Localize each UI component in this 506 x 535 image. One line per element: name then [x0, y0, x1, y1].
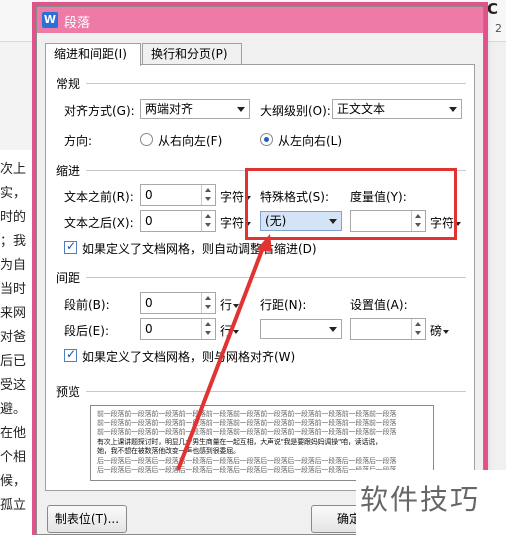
space-before-unit[interactable]: 行 — [220, 296, 240, 313]
spin-up-icon[interactable] — [205, 296, 211, 300]
spin-down-icon[interactable] — [415, 331, 421, 335]
chevron-down-icon — [329, 327, 337, 332]
auto-right-indent-label[interactable]: 如果定义了文档网格，则自动调整右缩进(D) — [82, 240, 317, 257]
document-right-margin — [484, 42, 506, 535]
tab-stops-button[interactable]: 制表位(T)... — [47, 505, 127, 533]
document-text-line: 后已 — [0, 354, 27, 369]
alignment-label: 对齐方式(G): — [64, 104, 135, 118]
space-after-value: 0 — [145, 322, 153, 336]
space-after-label: 段后(E): — [64, 324, 109, 338]
setting-value-unit[interactable]: 磅 — [430, 322, 450, 339]
preview-divider — [86, 391, 466, 392]
auto-right-indent-checkbox[interactable] — [64, 239, 77, 254]
space-before-spinner[interactable]: 0 — [140, 292, 216, 314]
indent-after-value: 0 — [145, 214, 153, 228]
document-text-line: 来网 — [0, 306, 27, 321]
space-after-unit[interactable]: 行 — [220, 322, 240, 339]
spin-up-icon[interactable] — [205, 322, 211, 326]
indent-spacing-panel: 常规 对齐方式(G): 两端对齐 大纲级别(O): 正文文本 方向: 从右向左(… — [45, 64, 475, 491]
document-text-line: 对爸 — [0, 330, 27, 345]
spinner-buttons[interactable] — [201, 185, 215, 205]
space-before-value: 0 — [145, 296, 153, 310]
unit-dropdown-icon — [233, 329, 240, 334]
spinner-buttons[interactable] — [411, 319, 425, 339]
rtl-radio[interactable] — [140, 133, 153, 146]
rtl-label[interactable]: 从右向左(F) — [158, 132, 222, 149]
spin-down-icon[interactable] — [205, 197, 211, 201]
outline-level-label: 大纲级别(O): — [260, 104, 331, 118]
spin-down-icon[interactable] — [205, 331, 211, 335]
document-text-line: ；我 — [0, 234, 27, 249]
tab-indent-spacing[interactable]: 缩进和间距(I) — [45, 43, 141, 66]
spin-up-icon[interactable] — [205, 214, 211, 218]
spacing-divider — [86, 277, 466, 278]
document-text-line: 为自 — [0, 258, 27, 273]
general-divider — [86, 83, 466, 84]
spinner-buttons[interactable] — [201, 211, 215, 231]
unit-dropdown-icon — [233, 303, 240, 308]
ltr-label[interactable]: 从左向右(L) — [278, 132, 342, 149]
highlight-box — [245, 168, 457, 240]
spinner-buttons[interactable] — [201, 319, 215, 339]
spacing-heading: 间距 — [56, 271, 81, 285]
paragraph-dialog: W 段落 缩进和间距(I) 换行和分页(P) 常规 对齐方式(G): 两端对齐 … — [36, 6, 484, 535]
watermark-text: 软件技巧 — [360, 483, 481, 516]
document-text-line: 在他 — [0, 426, 27, 441]
document-text-line: 孤立 — [0, 498, 27, 513]
snap-to-grid-label[interactable]: 如果定义了文档网格，则与网格对齐(W) — [82, 348, 295, 365]
indent-after-spinner[interactable]: 0 — [140, 210, 216, 232]
ribbon-number: 2 — [495, 22, 502, 35]
document-text-line: 实， — [0, 186, 27, 201]
indent-after-label: 文本之后(X): — [64, 216, 134, 230]
document-text-line: 避。 — [0, 402, 27, 417]
snap-to-grid-checkbox[interactable] — [64, 347, 77, 362]
chevron-down-icon — [237, 107, 245, 112]
document-text-line: 受这 — [0, 378, 27, 393]
indent-before-value: 0 — [145, 188, 153, 202]
indent-before-label: 文本之前(R): — [64, 190, 134, 204]
outline-level-value: 正文文本 — [337, 102, 386, 116]
spinner-buttons[interactable] — [201, 293, 215, 313]
line-spacing-label: 行距(N): — [260, 298, 307, 312]
preview-sample-line: 她，我不想在被数落他改变一声也感到很委屈。 — [97, 447, 240, 455]
ltr-radio[interactable] — [260, 133, 273, 146]
general-heading: 常规 — [56, 77, 81, 91]
dialog-titlebar[interactable]: W 段落 — [37, 7, 483, 33]
alignment-value: 两端对齐 — [145, 102, 194, 116]
document-text-line: 当时 — [0, 282, 27, 297]
space-after-spinner[interactable]: 0 — [140, 318, 216, 340]
spin-up-icon[interactable] — [205, 188, 211, 192]
alignment-select[interactable]: 两端对齐 — [140, 99, 250, 119]
line-spacing-select[interactable] — [260, 319, 342, 339]
document-text-line: 时的 — [0, 210, 27, 225]
setting-value-spinner[interactable] — [350, 318, 426, 340]
spin-down-icon[interactable] — [205, 305, 211, 309]
direction-label: 方向: — [64, 134, 93, 148]
wps-writer-icon: W — [42, 12, 58, 28]
preview-heading: 预览 — [56, 385, 81, 399]
unit-dropdown-icon — [443, 329, 450, 334]
spin-up-icon[interactable] — [415, 322, 421, 326]
setting-value-label: 设置值(A): — [350, 298, 408, 312]
tab-line-page-breaks[interactable]: 换行和分页(P) — [142, 43, 242, 65]
document-text-line: 个相 — [0, 450, 27, 465]
indent-before-spinner[interactable]: 0 — [140, 184, 216, 206]
outline-level-select[interactable]: 正文文本 — [332, 99, 462, 119]
indent-heading: 缩进 — [56, 164, 81, 178]
dialog-title: 段落 — [64, 16, 91, 31]
document-text-line: 次上 — [0, 162, 27, 177]
chevron-down-icon — [449, 107, 457, 112]
document-text-line: 候， — [0, 474, 27, 489]
preview-prev-line: 前一段落前一段落前一段落前一段落前一段落前一段落前一段落前一段落前一段落前一段落… — [97, 428, 397, 436]
space-before-label: 段前(B): — [64, 298, 110, 312]
spin-down-icon[interactable] — [205, 223, 211, 227]
